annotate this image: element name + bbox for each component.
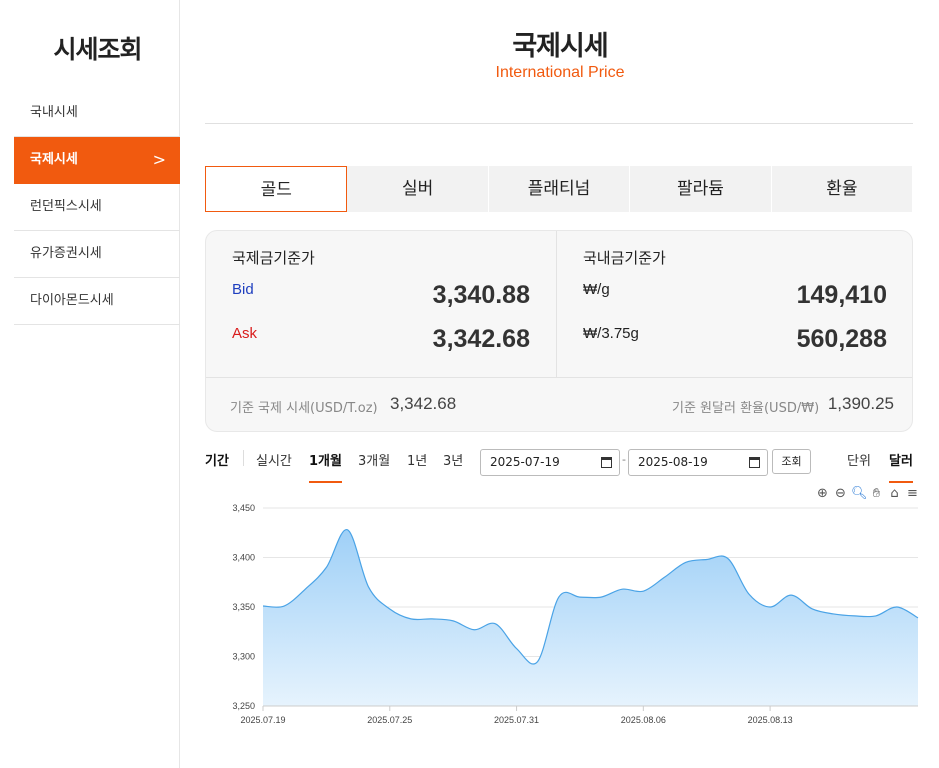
ask-value: 3,342.68 — [432, 325, 530, 353]
domestic-price-panel: 국내금기준가 ₩/g 149,410 ₩/3.75g 560,288 — [557, 231, 913, 377]
start-date-input[interactable]: 2025-07-19 — [480, 449, 620, 476]
date-separator: - — [622, 453, 626, 466]
period-1year[interactable]: 1년 — [407, 450, 427, 469]
y-tick-label: 3,300 — [232, 652, 255, 662]
zoom-select-icon[interactable]: 🔍︎ — [851, 486, 868, 501]
y-tick-label: 3,350 — [232, 602, 255, 612]
ref-intl-value: 3,342.68 — [390, 394, 457, 413]
ask-label: Ask — [232, 325, 258, 342]
sidebar-item-securities[interactable]: 유가증권시세 — [14, 231, 180, 278]
per-don-label: ₩/3.75g — [583, 325, 639, 342]
metal-tabs: 골드 실버 플래티넘 팔라듐 환율 — [205, 166, 914, 212]
sidebar-title: 시세조회 — [53, 35, 142, 64]
bid-value: 3,340.88 — [432, 281, 530, 309]
pan-hand-icon[interactable]: ✋︎ — [869, 486, 884, 501]
x-tick-label: 2025.08.13 — [748, 715, 793, 725]
divider — [243, 450, 244, 466]
home-icon[interactable]: ⌂ — [887, 486, 902, 501]
period-3year[interactable]: 3년 — [443, 450, 463, 469]
sidebar-item-diamond[interactable]: 다이아몬드시세 — [14, 278, 180, 325]
chart-controls: 기간 실시간 1개월 3개월 1년 3년 2025-07-19 - 2025-0… — [205, 446, 917, 486]
tab-gold[interactable]: 골드 — [205, 166, 348, 212]
intl-price-panel: 국제금기준가 Bid 3,340.88 Ask 3,342.68 — [206, 231, 557, 377]
ref-fx-value: 1,390.25 — [827, 394, 894, 413]
divider — [205, 123, 913, 124]
page-title: 국제시세 — [512, 31, 608, 62]
zoom-in-icon[interactable]: ⊕ — [815, 486, 830, 501]
end-date-input[interactable]: 2025-08-19 — [628, 449, 768, 476]
tab-palladium[interactable]: 팔라듐 — [630, 166, 772, 212]
period-label: 기간 — [205, 454, 229, 469]
per-don-value: 560,288 — [796, 325, 887, 353]
tab-exchange-rate[interactable]: 환율 — [772, 166, 914, 212]
bid-label: Bid — [232, 281, 254, 298]
x-tick-label: 2025.08.06 — [621, 715, 666, 725]
sidebar-item-domestic[interactable]: 국내시세 — [14, 90, 180, 137]
sidebar-item-label: 국제시세 — [30, 152, 78, 167]
period-realtime[interactable]: 실시간 — [256, 450, 292, 469]
calendar-icon[interactable] — [749, 457, 760, 468]
ref-intl-label: 기준 국제 시세(USD/T.oz) — [230, 401, 378, 416]
series-area-fill — [263, 529, 918, 706]
zoom-out-icon[interactable]: ⊖ — [833, 486, 848, 501]
sidebar-item-london-fix[interactable]: 런던픽스시세 — [14, 184, 180, 231]
period-3month[interactable]: 3개월 — [358, 450, 390, 469]
tab-platinum[interactable]: 플래티넘 — [489, 166, 631, 212]
search-button[interactable]: 조회 — [772, 449, 811, 474]
x-tick-label: 2025.07.25 — [367, 715, 412, 725]
price-summary-box: 국제금기준가 Bid 3,340.88 Ask 3,342.68 국내금기준가 … — [205, 230, 913, 432]
sidebar: 시세조회 국내시세 국제시세 > 런던픽스시세 유가증권시세 다이아몬드시세 — [0, 0, 180, 768]
per-gram-label: ₩/g — [583, 281, 610, 298]
menu-icon[interactable]: ≡ — [905, 486, 920, 501]
start-date-value: 2025-07-19 — [490, 455, 560, 469]
sidebar-item-international[interactable]: 국제시세 > — [14, 137, 180, 184]
per-gram-value: 149,410 — [796, 281, 887, 309]
end-date-value: 2025-08-19 — [638, 455, 708, 469]
unit-dollar[interactable]: 달러 — [889, 450, 913, 483]
tab-silver[interactable]: 실버 — [347, 166, 489, 212]
reference-rates: 기준 국제 시세(USD/T.oz) 3,342.68 기준 원달러 환율(US… — [206, 377, 912, 432]
sidebar-menu: 국내시세 국제시세 > 런던픽스시세 유가증권시세 다이아몬드시세 — [14, 90, 180, 325]
x-tick-label: 2025.07.31 — [494, 715, 539, 725]
price-chart-svg: 3,450 3,400 3,350 3,300 3,250 2025.07.19 2025.… — [232, 503, 919, 725]
chevron-right-icon: > — [152, 150, 166, 169]
domestic-price-heading: 국내금기준가 — [583, 249, 666, 267]
y-tick-label: 3,250 — [232, 701, 255, 711]
x-tick-label: 2025.07.19 — [240, 715, 285, 725]
y-tick-label: 3,400 — [232, 553, 255, 563]
y-tick-label: 3,450 — [232, 503, 255, 513]
ref-fx-label: 기준 원달러 환율(USD/₩) — [672, 401, 820, 416]
price-chart: 3,450 3,400 3,350 3,300 3,250 2025.07.19 2025.… — [181, 500, 939, 740]
intl-price-heading: 국제금기준가 — [232, 249, 315, 267]
period-1month[interactable]: 1개월 — [309, 450, 342, 483]
page-subtitle: International Price — [495, 64, 625, 81]
unit-label: 단위 — [847, 454, 871, 469]
calendar-icon[interactable] — [601, 457, 612, 468]
